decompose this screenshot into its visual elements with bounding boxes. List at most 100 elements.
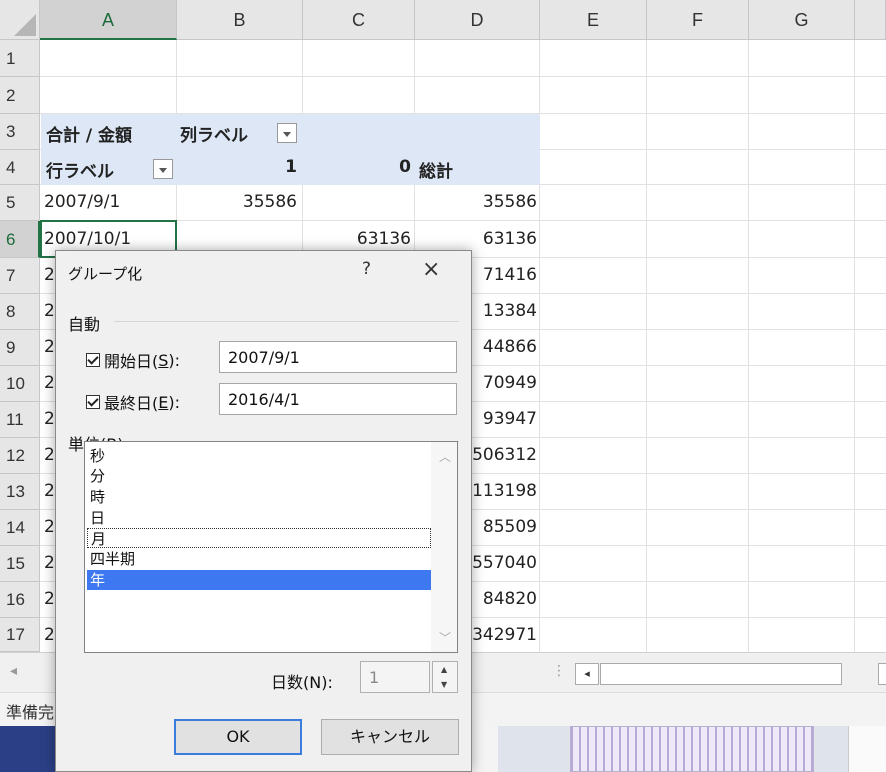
scroll-down-icon[interactable]: ﹀ bbox=[439, 629, 451, 646]
start-date-checkbox-row[interactable]: 開始日(S): bbox=[86, 348, 180, 372]
start-date-accel: S bbox=[158, 350, 169, 370]
column-header-d[interactable]: D bbox=[415, 0, 540, 40]
end-date-label-suffix: ): bbox=[168, 392, 180, 412]
days-spinner[interactable]: ▲ ▼ bbox=[432, 661, 458, 693]
row-header[interactable]: 6 bbox=[0, 221, 40, 258]
column-header-c[interactable]: C bbox=[303, 0, 415, 40]
column-header-f[interactable]: F bbox=[647, 0, 749, 40]
start-date-label: 開始日( bbox=[104, 352, 159, 371]
taskbar-app-icon[interactable] bbox=[0, 726, 60, 772]
gridline bbox=[40, 76, 886, 77]
row-header[interactable]: 3 bbox=[0, 114, 40, 150]
start-date-checkbox[interactable] bbox=[86, 353, 100, 367]
end-date-checkbox[interactable] bbox=[86, 395, 100, 409]
tab-split-handle-icon[interactable]: ⋮ bbox=[552, 663, 566, 679]
row-date-partial[interactable]: 2 bbox=[44, 553, 55, 573]
unit-option[interactable]: 秒 bbox=[87, 446, 431, 466]
auto-group-label: 自動 bbox=[68, 315, 101, 334]
cell-value[interactable]: 35586 bbox=[177, 192, 297, 212]
row-date-partial[interactable]: 2 bbox=[44, 337, 55, 357]
pivot-col-1[interactable]: 1 bbox=[177, 157, 297, 177]
end-date-accel: E bbox=[158, 392, 169, 412]
row-header[interactable]: 11 bbox=[0, 402, 40, 438]
row-header[interactable]: 4 bbox=[0, 150, 40, 185]
end-date-checkbox-row[interactable]: 最終日(E): bbox=[86, 390, 180, 414]
spin-down-icon[interactable]: ▼ bbox=[441, 680, 447, 689]
row-header[interactable]: 14 bbox=[0, 510, 40, 546]
row-header[interactable]: 13 bbox=[0, 474, 40, 510]
cell-value[interactable]: 35586 bbox=[415, 192, 537, 212]
spin-up-icon[interactable]: ▲ bbox=[441, 665, 447, 674]
grouping-dialog: グループ化 ? × 自動 開始日(S): 2007/9/1 最終日(E): 20… bbox=[55, 250, 472, 772]
row-date-partial[interactable]: 2 bbox=[44, 445, 55, 465]
start-date-label-suffix: ): bbox=[168, 350, 181, 370]
status-text: 準備完 bbox=[6, 703, 55, 722]
scroll-right-button[interactable] bbox=[878, 663, 886, 685]
gridline bbox=[646, 40, 647, 652]
column-header-h[interactable] bbox=[855, 0, 886, 40]
column-filter-button[interactable] bbox=[277, 123, 297, 143]
scroll-left-button[interactable]: ◂ bbox=[575, 663, 599, 685]
taskbar-thumbnail[interactable] bbox=[848, 726, 886, 772]
cancel-button[interactable]: キャンセル bbox=[321, 719, 459, 755]
row-date-partial[interactable]: 2 bbox=[44, 625, 55, 645]
unit-option[interactable]: 四半期 bbox=[87, 549, 431, 569]
end-date-input[interactable]: 2016/4/1 bbox=[219, 383, 457, 415]
row-header[interactable]: 10 bbox=[0, 366, 40, 402]
row-date-partial[interactable]: 2 bbox=[44, 265, 55, 285]
unit-option-focused[interactable]: 月 bbox=[87, 528, 431, 548]
unit-option[interactable]: 分 bbox=[87, 466, 431, 486]
column-header-b[interactable]: B bbox=[177, 0, 303, 40]
pivot-sum-label[interactable]: 合計 / 金額 bbox=[46, 121, 132, 146]
row-header[interactable]: 16 bbox=[0, 582, 40, 618]
row-header[interactable]: 7 bbox=[0, 258, 40, 294]
corner-triangle bbox=[14, 14, 36, 36]
row-date-partial[interactable]: 2 bbox=[44, 373, 55, 393]
end-date-label: 最終日( bbox=[104, 394, 159, 413]
row-header[interactable]: 2 bbox=[0, 77, 40, 114]
row-date-partial[interactable]: 2 bbox=[44, 517, 55, 537]
row-header[interactable]: 12 bbox=[0, 438, 40, 474]
row-header[interactable]: 8 bbox=[0, 294, 40, 330]
sheet-prev-icon[interactable]: ◂ bbox=[10, 663, 17, 679]
cell-value[interactable]: 63136 bbox=[303, 229, 411, 249]
row-date-partial[interactable]: 2 bbox=[44, 301, 55, 321]
row-header[interactable]: 9 bbox=[0, 330, 40, 366]
row-filter-button[interactable] bbox=[153, 159, 173, 179]
row-header[interactable]: 15 bbox=[0, 546, 40, 582]
days-input[interactable]: 1 bbox=[360, 661, 430, 693]
pivot-row-labels[interactable]: 行ラベル bbox=[46, 157, 114, 182]
row-header[interactable]: 5 bbox=[0, 185, 40, 221]
unit-listbox[interactable]: 秒 分 時 日 月 四半期 年 ︿ ﹀ bbox=[84, 441, 458, 653]
column-header-e[interactable]: E bbox=[540, 0, 647, 40]
gridline bbox=[854, 40, 855, 652]
gridline bbox=[748, 40, 749, 652]
taskbar-calendar-thumbnail[interactable] bbox=[570, 726, 814, 772]
group-divider bbox=[114, 321, 459, 322]
row-date-partial[interactable]: 2 bbox=[44, 409, 55, 429]
pivot-column-labels[interactable]: 列ラベル bbox=[180, 121, 248, 146]
unit-option-selected[interactable]: 年 bbox=[87, 570, 431, 590]
unit-option[interactable]: 日 bbox=[87, 508, 431, 528]
help-button[interactable]: ? bbox=[362, 259, 371, 279]
dialog-title: グループ化 bbox=[68, 265, 143, 283]
listbox-scrollbar[interactable]: ︿ ﹀ bbox=[431, 442, 457, 652]
cell-value[interactable]: 63136 bbox=[415, 229, 537, 249]
row-header[interactable]: 1 bbox=[0, 40, 40, 77]
scroll-up-icon[interactable]: ︿ bbox=[439, 448, 451, 465]
ok-button[interactable]: OK bbox=[174, 719, 302, 755]
unit-option[interactable]: 時 bbox=[87, 487, 431, 507]
pivot-grand-total-label[interactable]: 総計 bbox=[419, 157, 453, 182]
row-header[interactable]: 17 bbox=[0, 618, 40, 652]
pivot-col-0[interactable]: 0 bbox=[303, 157, 411, 177]
column-header-a[interactable]: A bbox=[40, 0, 177, 40]
start-date-input[interactable]: 2007/9/1 bbox=[219, 341, 457, 373]
row-date-partial[interactable]: 2 bbox=[44, 589, 55, 609]
row-date-partial[interactable]: 2 bbox=[44, 481, 55, 501]
days-label: 日数(N): bbox=[271, 673, 333, 692]
close-button[interactable]: × bbox=[422, 257, 440, 282]
row-date[interactable]: 2007/9/1 bbox=[44, 192, 120, 212]
column-header-g[interactable]: G bbox=[749, 0, 855, 40]
select-all-corner[interactable] bbox=[0, 0, 40, 40]
horizontal-scrollbar[interactable] bbox=[600, 663, 842, 685]
